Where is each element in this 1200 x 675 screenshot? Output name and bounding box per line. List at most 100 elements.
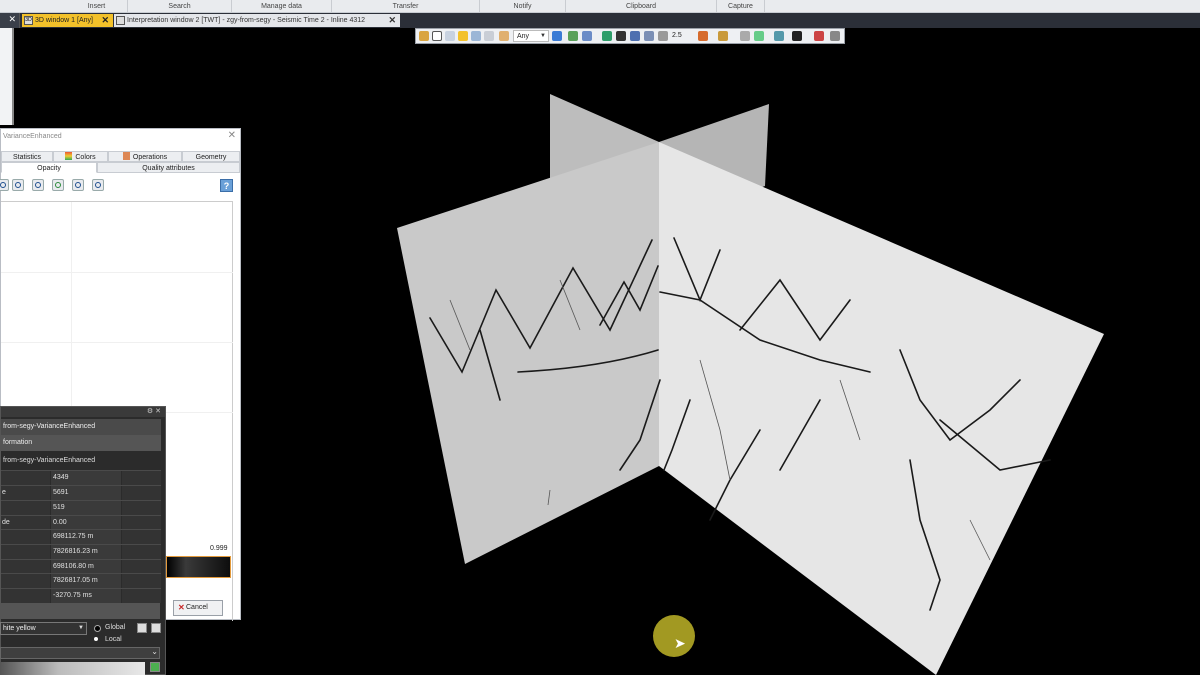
home-icon[interactable] (552, 31, 562, 41)
zoom-in-icon[interactable] (12, 179, 24, 191)
colors-icon (65, 152, 73, 160)
pin-icon[interactable] (830, 31, 840, 41)
zoom-icon[interactable] (0, 179, 9, 191)
row-value: 4349 (51, 471, 121, 485)
info-panel-header: ⚙ ✕ (1, 407, 165, 417)
settings-icon[interactable] (658, 31, 668, 41)
table-row: 519 (1, 500, 161, 515)
panel-controls-icon[interactable]: ⚙ ✕ (147, 407, 161, 415)
capture-icon[interactable] (792, 31, 802, 41)
radio-global-label: Global (105, 624, 126, 631)
row-extra (122, 574, 161, 588)
radio-global[interactable] (94, 625, 101, 632)
colormap-preview (0, 662, 145, 675)
zoom-value[interactable]: 2.5 (669, 30, 691, 42)
paste-icon[interactable] (151, 623, 161, 633)
measure-icon[interactable] (499, 31, 509, 41)
max-value-label: 0.999 (210, 545, 228, 552)
ribbon-group-notify[interactable]: Notify (480, 0, 566, 13)
tab-colors[interactable]: Colors (53, 151, 108, 162)
zoom-out-icon[interactable] (32, 179, 44, 191)
row-key (1, 574, 50, 588)
row-value: 698112.75 m (51, 530, 121, 544)
ribbon-group-capture[interactable]: Capture (717, 0, 765, 13)
ribbon-group-clipboard[interactable]: Clipboard (566, 0, 717, 13)
globe-icon[interactable] (568, 31, 578, 41)
mouse-pointer-icon: ➤ (674, 635, 686, 651)
render-icon[interactable] (698, 31, 708, 41)
zoom-extents-icon[interactable] (602, 31, 612, 41)
view-icon[interactable] (445, 31, 455, 41)
redo-icon[interactable] (92, 179, 104, 191)
ribbon-group-insert[interactable]: Insert (66, 0, 128, 13)
pointer-icon[interactable] (432, 31, 442, 41)
colormap-select[interactable]: hite yellow ▼ (0, 622, 87, 635)
chevron-down-icon: ▼ (78, 625, 84, 631)
radio-local[interactable] (94, 637, 98, 641)
tab-opacity[interactable]: Opacity (1, 162, 97, 173)
camera-icon[interactable] (471, 31, 481, 41)
dialog-icon-row (0, 176, 240, 194)
zoom-value-text: 2.5 (672, 32, 682, 39)
copy-view-icon[interactable] (484, 31, 494, 41)
info-panel-title: from-segy-VarianceEnhanced (1, 419, 161, 435)
row-value: -3270.75 ms (51, 589, 121, 603)
row-key: de (1, 516, 50, 530)
help-icon[interactable]: ? (220, 179, 233, 192)
gear-icon[interactable] (740, 31, 750, 41)
tab-quality-attributes[interactable]: Quality attributes (97, 162, 240, 173)
dialog-tabs-row2: Opacity Quality attributes (1, 162, 240, 173)
highlight-icon[interactable] (458, 31, 468, 41)
tab-geometry[interactable]: Geometry (182, 151, 240, 162)
table-row: 698112.75 m (1, 529, 161, 544)
dialog-title: VarianceEnhanced (3, 133, 62, 140)
layout-icon[interactable] (630, 31, 640, 41)
ribbon-group-search[interactable]: Search (128, 0, 232, 13)
tab-close-icon[interactable]: ✕ (388, 14, 396, 27)
tab-operations[interactable]: Operations (108, 151, 182, 162)
palette-icon[interactable] (718, 31, 728, 41)
colormap-dropdown[interactable]: ⌄ (0, 647, 160, 659)
ribbon-group-transfer[interactable]: Transfer (332, 0, 480, 13)
tab-statistics[interactable]: Statistics (1, 151, 53, 162)
record-icon[interactable] (814, 31, 824, 41)
select-tool-icon[interactable] (419, 31, 429, 41)
color-gradient-bar[interactable] (166, 556, 231, 578)
left-side-pane (0, 28, 14, 125)
table-row: 7826816.23 m (1, 544, 161, 559)
monitor-icon[interactable] (616, 31, 626, 41)
color-swatch[interactable] (150, 662, 160, 672)
copy-icon[interactable] (137, 623, 147, 633)
close-icon[interactable]: ✕ (228, 130, 236, 141)
info-panel-section: formation (1, 435, 161, 451)
ribbon-group-manage-data[interactable]: Manage data (232, 0, 332, 13)
row-extra (122, 516, 161, 530)
cancel-button[interactable]: ✕ Cancel (173, 600, 223, 616)
domain-select[interactable]: Any ▼ (513, 30, 549, 42)
info-panel-divider (0, 603, 160, 619)
tab-interpretation-window[interactable]: Interpretation window 2 [TWT] - zgy-from… (114, 14, 400, 27)
domain-select-value: Any (517, 33, 530, 40)
views-icon[interactable] (644, 31, 654, 41)
row-value: 7826816.23 m (51, 545, 121, 559)
screen-icon[interactable] (774, 31, 784, 41)
grid-icon[interactable] (582, 31, 592, 41)
tab-close-icon[interactable]: ✕ (101, 14, 109, 27)
colormap-select-value: hite yellow (3, 625, 36, 632)
add-point-icon[interactable] (52, 179, 64, 191)
chart-icon[interactable] (754, 31, 764, 41)
tab-operations-label: Operations (132, 154, 168, 161)
ribbon-group-labels: Insert Search Manage data Transfer Notif… (0, 0, 1200, 13)
3d-window-icon: 3D (24, 16, 33, 25)
row-extra (122, 486, 161, 500)
undo-icon[interactable] (72, 179, 84, 191)
row-key (1, 589, 50, 603)
close-icon[interactable]: ✕ (8, 14, 16, 25)
radio-local-label: Local (105, 636, 122, 643)
row-extra (122, 560, 161, 574)
row-key: e (1, 486, 50, 500)
cancel-button-label: Cancel (186, 604, 208, 611)
screen: Insert Search Manage data Transfer Notif… (0, 0, 1200, 675)
tab-3d-window[interactable]: 3D 3D window 1 [Any] ✕ (22, 14, 113, 27)
table-row: 4349 (1, 470, 161, 485)
